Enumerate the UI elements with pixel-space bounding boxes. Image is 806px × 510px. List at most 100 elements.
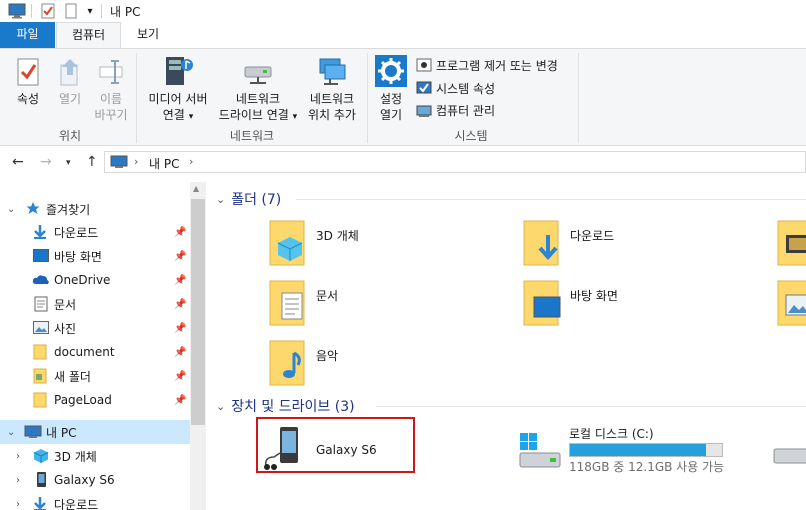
nav-item-new-folder[interactable]: 새 폴더 📌	[0, 364, 190, 388]
nav-item-galaxy-s6[interactable]: › Galaxy S6	[0, 468, 190, 492]
folder-pictures-partial[interactable]	[776, 275, 806, 331]
breadcrumb-separator-icon[interactable]: ›	[134, 155, 138, 168]
nav-item-desktop[interactable]: 바탕 화면 📌	[0, 244, 190, 268]
open-label: 열기	[58, 92, 82, 106]
breadcrumb-this-pc[interactable]: 내 PC	[149, 155, 179, 172]
expand-chevron-icon[interactable]: ›	[16, 475, 20, 486]
pin-icon[interactable]: 📌	[174, 299, 186, 310]
folder-label: 문서	[316, 289, 339, 303]
desktop-icon	[33, 249, 49, 265]
nav-item-onedrive[interactable]: OneDrive 📌	[0, 268, 190, 292]
nav-item-pageload[interactable]: PageLoad 📌	[0, 388, 190, 412]
tab-computer[interactable]: 컴퓨터	[56, 22, 121, 49]
desktop-folder-icon	[523, 280, 561, 326]
computer-management-label: 컴퓨터 관리	[436, 103, 496, 118]
nav-label: 다운로드	[54, 225, 99, 240]
open-settings-label-2: 열기	[379, 108, 403, 122]
forward-arrow-icon[interactable]: →	[40, 154, 52, 170]
tab-view[interactable]: 보기	[122, 22, 174, 48]
open-settings-button[interactable]: 설정 열기	[372, 55, 410, 123]
pin-icon[interactable]: 📌	[174, 395, 186, 406]
computer-management-button[interactable]: 컴퓨터 관리	[416, 100, 495, 120]
address-bar[interactable]: › 내 PC ›	[104, 151, 806, 173]
pin-icon[interactable]: 📌	[174, 371, 186, 382]
window-title: 내 PC	[110, 5, 141, 19]
folder-3d-objects[interactable]: 3D 개체	[268, 215, 448, 271]
selection-highlight-box	[256, 417, 415, 473]
folder-documents[interactable]: 문서	[268, 275, 448, 331]
expand-chevron-icon[interactable]: ›	[16, 451, 20, 462]
nav-item-downloads[interactable]: 다운로드 📌	[0, 220, 190, 244]
rename-icon	[99, 60, 123, 84]
pin-icon[interactable]: 📌	[174, 275, 186, 286]
folder-label: 다운로드	[570, 229, 615, 243]
pin-icon[interactable]: 📌	[174, 227, 186, 238]
pictures-folder-icon	[777, 280, 806, 326]
add-location-label-2: 위치 추가	[308, 108, 356, 122]
collapse-chevron-icon[interactable]: ⌄	[216, 193, 225, 206]
scroll-up-arrow-icon[interactable]: ▲	[193, 184, 199, 193]
folder-downloads[interactable]: 다운로드	[522, 215, 722, 271]
section-folders-header[interactable]: ⌄ 폴더 (7)	[216, 189, 281, 209]
device-drive-partial[interactable]	[772, 421, 806, 477]
pin-icon[interactable]: 📌	[174, 323, 186, 334]
device-label: 로컬 디스크 (C:)	[569, 427, 654, 441]
recent-locations-chevron-icon[interactable]: ▾	[66, 158, 71, 168]
group-label-system: 시스템	[454, 129, 488, 143]
nav-item-this-pc[interactable]: ⌄ 내 PC	[0, 420, 190, 444]
folder-videos-partial[interactable]	[776, 215, 806, 271]
cloud-icon	[32, 274, 50, 288]
nav-label: document	[54, 345, 115, 359]
open-icon	[60, 59, 78, 86]
nav-label: 바탕 화면	[54, 249, 102, 264]
add-network-location-button[interactable]: 네트워크 위치 추가	[302, 55, 362, 123]
back-arrow-icon[interactable]: ←	[12, 154, 24, 170]
map-network-drive-button[interactable]: 네트워크 드라이브 연결 ▾	[214, 55, 302, 125]
uninstall-program-button[interactable]: 프로그램 제거 또는 변경	[416, 55, 558, 75]
nav-label: 사진	[54, 321, 77, 336]
pin-icon[interactable]: 📌	[174, 347, 186, 358]
up-arrow-icon[interactable]: ↑	[86, 154, 98, 170]
section-title: 장치 및 드라이브 (3)	[231, 399, 355, 415]
properties-quick-icon[interactable]	[38, 1, 58, 21]
media-server-icon	[166, 57, 193, 85]
nav-item-3d-objects[interactable]: › 3D 개체	[0, 444, 190, 468]
customize-toolbar-icon[interactable]: ▾	[82, 1, 98, 21]
map-drive-label-1: 네트워크	[235, 92, 281, 106]
nav-item-downloads-pc[interactable]: › 다운로드	[0, 492, 190, 510]
folder-music[interactable]: 음악	[268, 335, 448, 391]
rename-button[interactable]: 이름 바꾸기	[90, 57, 132, 123]
nav-label: Galaxy S6	[54, 473, 115, 487]
nav-item-documents[interactable]: 문서 📌	[0, 292, 190, 316]
music-folder-icon	[269, 340, 305, 386]
section-devices-header[interactable]: ⌄ 장치 및 드라이브 (3)	[216, 396, 355, 416]
drive-usage-fill	[570, 444, 706, 456]
document-icon	[34, 296, 48, 315]
rename-label-2: 바꾸기	[94, 108, 128, 122]
nav-scrollbar-thumb[interactable]	[191, 199, 205, 425]
breadcrumb-chevron-icon[interactable]: ›	[189, 155, 193, 168]
expand-chevron-icon[interactable]: ›	[16, 499, 20, 510]
nav-label: OneDrive	[54, 273, 111, 287]
cube-icon	[33, 448, 49, 467]
collapse-chevron-icon[interactable]: ⌄	[216, 400, 225, 413]
tab-file[interactable]: 파일	[0, 22, 55, 48]
new-folder-quick-icon[interactable]	[62, 1, 80, 21]
properties-button[interactable]: 속성	[8, 57, 48, 107]
nav-quick-access[interactable]: ⌄ 즐겨찾기	[0, 197, 190, 221]
nav-item-pictures[interactable]: 사진 📌	[0, 316, 190, 340]
system-properties-button[interactable]: 시스템 속성	[416, 78, 495, 98]
nav-label: 내 PC	[46, 425, 77, 440]
download-arrow-icon	[33, 496, 47, 510]
folder-desktop[interactable]: 바탕 화면	[522, 275, 722, 331]
pictures-icon	[33, 321, 49, 337]
collapse-chevron-icon[interactable]: ⌄	[7, 204, 15, 215]
phone-icon	[34, 471, 48, 492]
nav-item-document-folder[interactable]: document 📌	[0, 340, 190, 364]
collapse-chevron-icon[interactable]: ⌄	[7, 427, 15, 438]
media-server-button[interactable]: 미디어 서버 연결 ▾	[142, 55, 214, 125]
open-button[interactable]: 열기	[52, 57, 88, 107]
folder-icon	[33, 392, 47, 411]
pin-icon[interactable]: 📌	[174, 251, 186, 262]
network-location-icon	[319, 58, 346, 85]
